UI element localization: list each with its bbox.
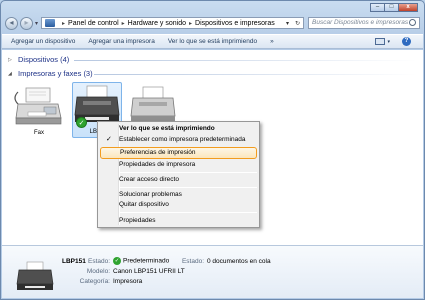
details-estado-key: Estado:	[88, 258, 111, 265]
close-button[interactable]: x	[398, 3, 418, 12]
menu-separator	[120, 212, 257, 213]
collapse-arrow-icon[interactable]: ◢	[8, 71, 14, 77]
expand-arrow-icon[interactable]: ▷	[8, 57, 14, 63]
history-dropdown[interactable]: ▾	[35, 20, 38, 27]
see-printing-button[interactable]: Ver lo que se está imprimiendo	[168, 38, 257, 45]
control-panel-icon	[45, 19, 56, 27]
more-commands-button[interactable]: »	[270, 38, 274, 45]
address-row: ◂ ▸ ▾ ▸ Panel de control ▸ Hardware y so…	[5, 16, 420, 30]
search-input[interactable]: Buscar Dispositivos e impresoras	[308, 17, 420, 29]
group-divider	[74, 60, 417, 61]
context-menu: Ver lo que se está imprimiendo ✓ Estable…	[97, 121, 260, 228]
details-categoria-key: Categoría:	[79, 278, 110, 285]
device-fax[interactable]: Fax	[14, 84, 64, 136]
address-bar[interactable]: ▸ Panel de control ▸ Hardware y sonido ▸…	[41, 17, 304, 29]
breadcrumb-separator-icon[interactable]: ▸	[122, 20, 125, 27]
details-pane: LBP151 Estado: ✓ Predeterminado Estado: 0…	[2, 245, 423, 298]
search-icon[interactable]	[409, 19, 416, 26]
breadcrumb-hardware-sound[interactable]: Hardware y sonido	[128, 20, 186, 27]
details-estado-value: ✓ Predeterminado	[113, 257, 169, 265]
command-bar-right: ▾ ?	[375, 37, 411, 46]
menu-set-default[interactable]: ✓ Establecer como impresora predetermina…	[100, 135, 257, 145]
group-title-printers: Impresoras y faxes (3)	[18, 69, 93, 78]
details-estado-text: Predeterminado	[123, 257, 170, 265]
default-check-icon: ✓	[76, 117, 87, 128]
window-controls: – □ x	[370, 3, 418, 12]
menu-printing-preferences[interactable]: Preferencias de impresión	[100, 147, 257, 159]
back-button[interactable]: ◂	[5, 16, 18, 30]
details-modelo-key: Modelo:	[86, 268, 110, 275]
address-tail: ▾ ↻	[283, 20, 303, 27]
view-options-icon[interactable]	[375, 38, 386, 45]
printer-icon	[16, 261, 54, 290]
search-placeholder: Buscar Dispositivos e impresoras	[312, 19, 409, 26]
add-device-button[interactable]: Agregar un dispositivo	[11, 38, 75, 45]
device-label-fax: Fax	[33, 130, 44, 136]
group-title-devices: Dispositivos (4)	[18, 55, 70, 64]
menu-set-default-label: Establecer como impresora predeterminada	[119, 136, 246, 143]
add-printer-button[interactable]: Agregar una impresora	[88, 38, 154, 45]
menu-create-shortcut[interactable]: Crear acceso directo	[100, 175, 257, 185]
menu-printer-properties[interactable]: Propiedades de impresora	[100, 160, 257, 170]
view-dropdown-icon[interactable]: ▾	[387, 39, 390, 45]
refresh-icon[interactable]: ↻	[292, 20, 303, 27]
details-device-name: LBP151	[62, 258, 86, 265]
fax-icon	[14, 87, 62, 125]
details-modelo-value: Canon LBP151 UFRII LT	[113, 268, 185, 275]
menu-remove-device[interactable]: Quitar dispositivo	[100, 200, 257, 210]
command-bar: Agregar un dispositivo Agregar una impre…	[2, 34, 423, 49]
forward-button[interactable]: ▸	[20, 16, 33, 30]
breadcrumb-separator-icon[interactable]: ▸	[62, 20, 65, 27]
explorer-window: – □ x ◂ ▸ ▾ ▸ Panel de control ▸ Hardwar…	[0, 0, 425, 300]
breadcrumb-devices-printers[interactable]: Dispositivos e impresoras	[195, 20, 275, 27]
default-check-icon: ✓	[113, 257, 121, 265]
devices-content: ▷ Dispositivos (4) ◢ Impresoras y faxes …	[2, 50, 423, 245]
group-header-devices[interactable]: ▷ Dispositivos (4)	[8, 55, 69, 64]
menu-separator	[120, 187, 257, 188]
group-header-printers[interactable]: ◢ Impresoras y faxes (3)	[8, 69, 93, 78]
checkmark-icon: ✓	[106, 136, 112, 143]
breadcrumb-separator-icon[interactable]: ▸	[189, 20, 192, 27]
minimize-button[interactable]: –	[370, 3, 385, 12]
menu-properties[interactable]: Propiedades	[100, 216, 257, 226]
menu-separator	[120, 172, 257, 173]
help-icon[interactable]: ?	[402, 37, 411, 46]
menu-troubleshoot[interactable]: Solucionar problemas	[100, 190, 257, 200]
maximize-button[interactable]: □	[384, 3, 399, 12]
details-estado2-value: 0 documentos en cola	[207, 258, 271, 265]
address-dropdown-icon[interactable]: ▾	[283, 20, 292, 27]
menu-see-printing[interactable]: Ver lo que se está imprimiendo	[100, 124, 257, 134]
details-estado2-key: Estado:	[181, 258, 204, 265]
details-categoria-value: Impresora	[113, 278, 143, 285]
group-divider	[94, 74, 417, 75]
breadcrumb-control-panel[interactable]: Panel de control	[68, 20, 119, 27]
